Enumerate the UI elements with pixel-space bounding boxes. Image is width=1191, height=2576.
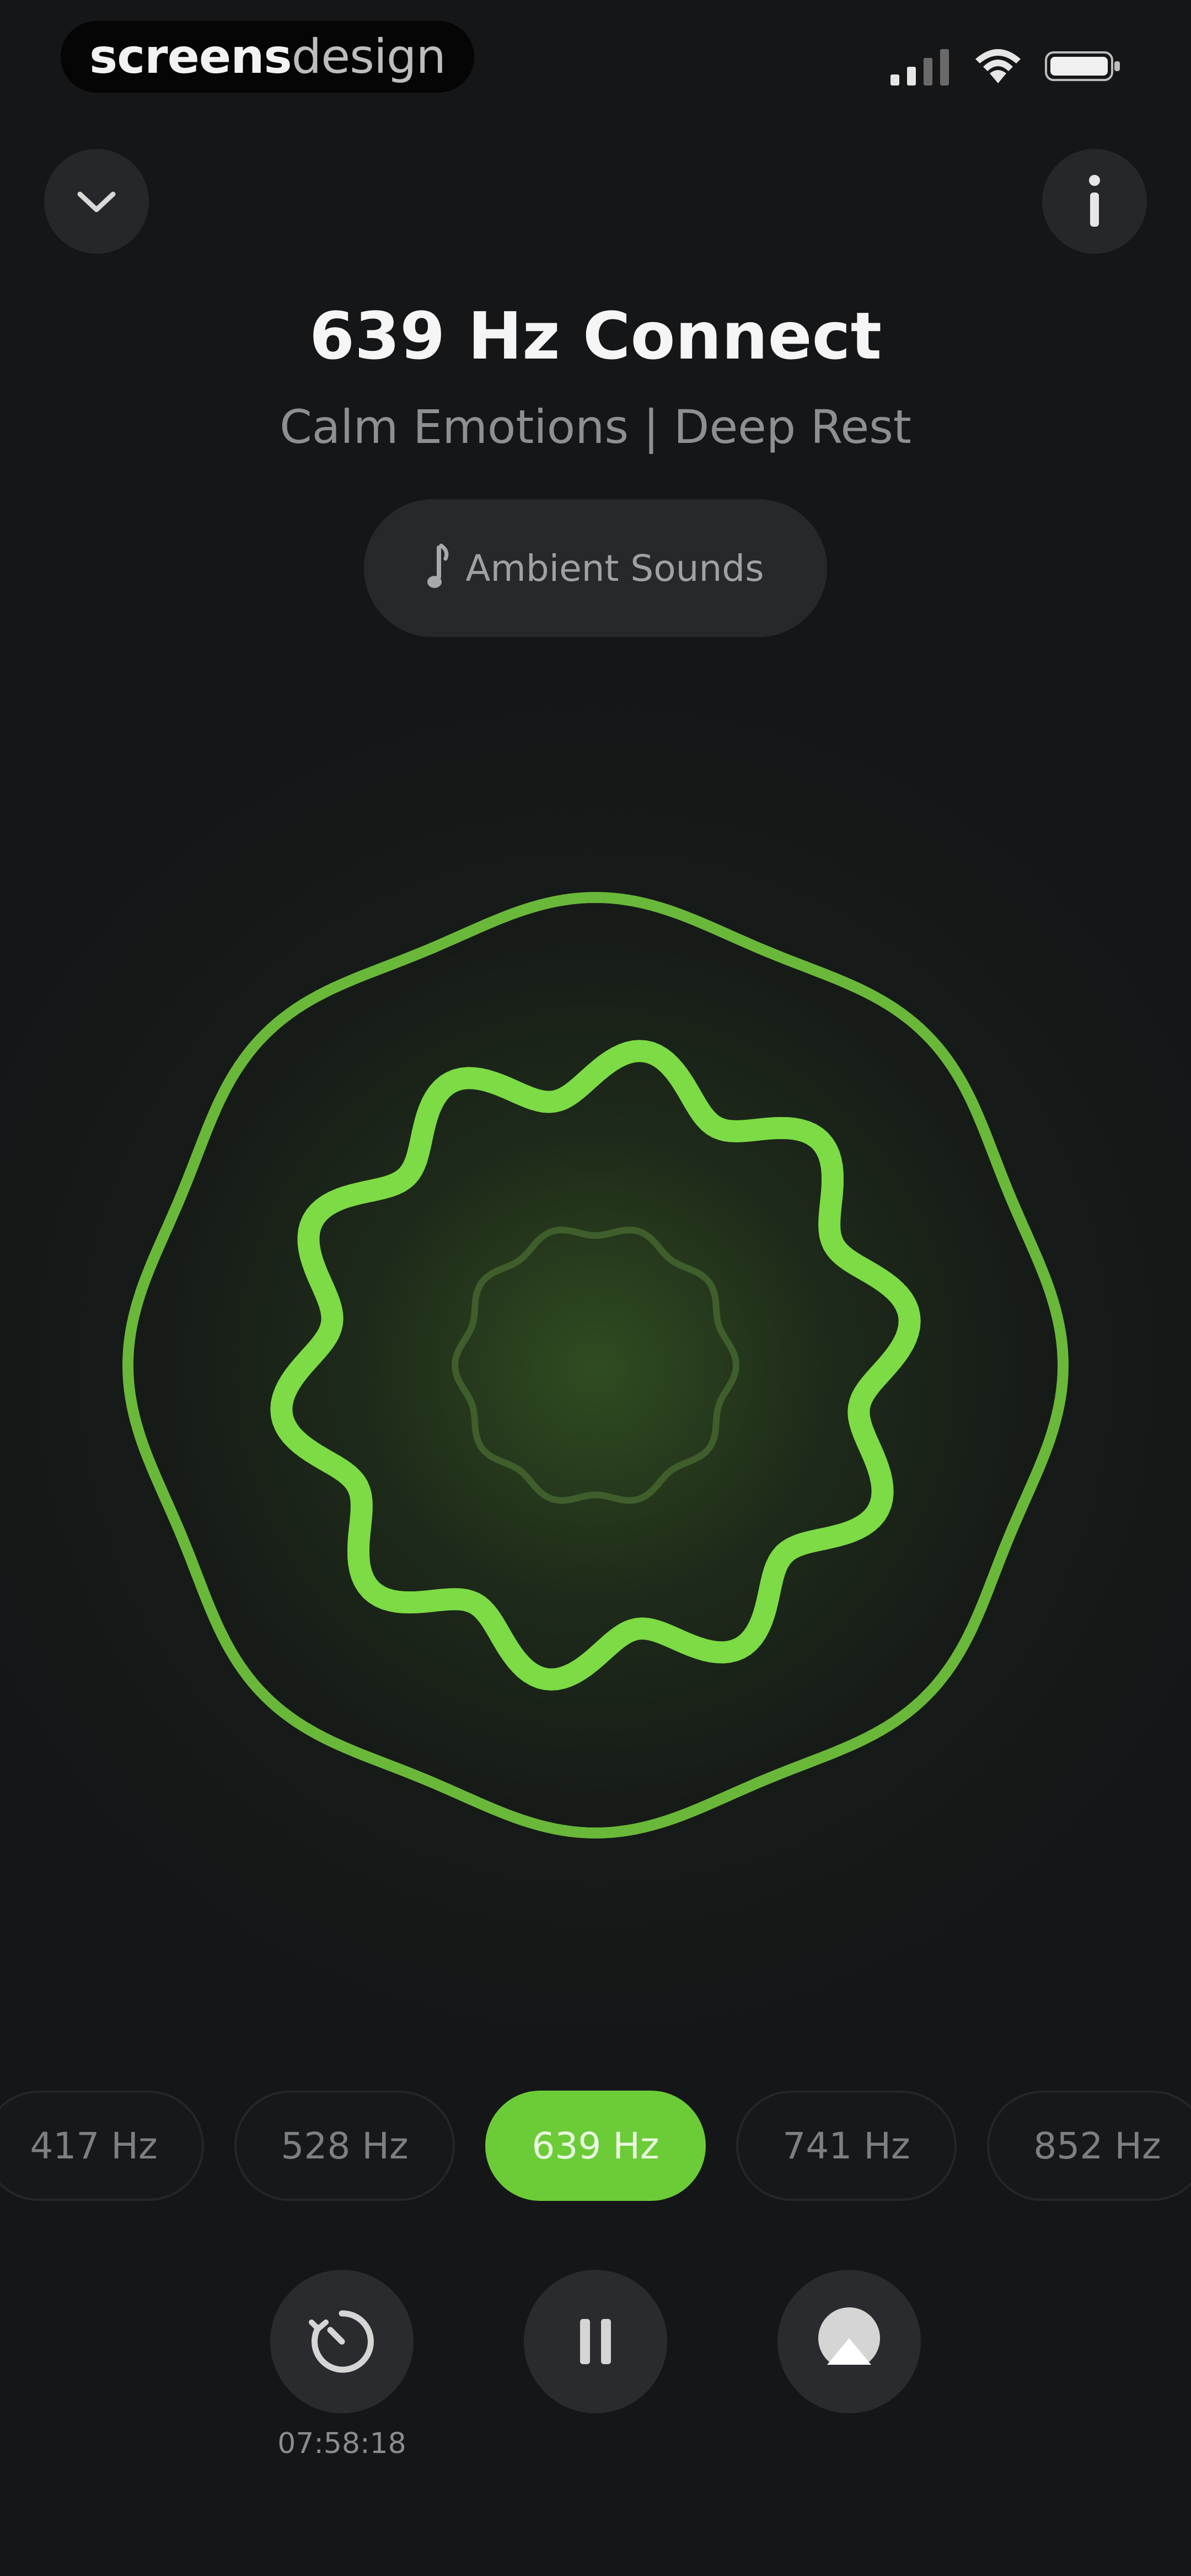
- collapse-button[interactable]: [44, 149, 149, 254]
- timer-remaining: 07:58:18: [277, 2427, 406, 2460]
- info-icon: [1089, 175, 1100, 227]
- core-wave-ring: [452, 1226, 739, 1504]
- cellular-signal-icon: [890, 49, 949, 85]
- battery-icon: [1045, 51, 1120, 81]
- pause-button[interactable]: [524, 2270, 667, 2413]
- frequency-chip-741[interactable]: 741 Hz: [736, 2091, 957, 2201]
- pause-icon: [580, 2319, 611, 2364]
- frequency-chip-417[interactable]: 417 Hz: [0, 2091, 204, 2201]
- timer-icon: [309, 2310, 374, 2373]
- info-button[interactable]: [1042, 149, 1147, 254]
- chevron-down-icon: [77, 191, 116, 212]
- brand-strong-text: screens: [89, 29, 292, 84]
- airplay-icon: [818, 2307, 880, 2372]
- frequency-selector: 417 Hz 528 Hz 639 Hz 741 Hz 852 Hz: [0, 2091, 1191, 2201]
- frequency-chip-label: 741 Hz: [782, 2124, 910, 2167]
- frequency-chip-label: 528 Hz: [281, 2124, 409, 2167]
- frequency-chip-528[interactable]: 528 Hz: [234, 2091, 455, 2201]
- music-note-icon: [427, 543, 449, 588]
- sleep-timer-button[interactable]: [270, 2270, 414, 2413]
- track-subtitle: Calm Emotions | Deep Rest: [280, 400, 911, 454]
- brand-logo: screens design: [61, 21, 474, 93]
- ambient-sounds-label: Ambient Sounds: [465, 547, 764, 590]
- brand-light-text: design: [291, 29, 446, 84]
- outer-wave-ring: [122, 892, 1069, 1839]
- frequency-chip-639[interactable]: 639 Hz: [485, 2091, 706, 2201]
- status-icons: [890, 44, 1122, 88]
- ambient-sounds-button[interactable]: Ambient Sounds: [364, 499, 827, 637]
- track-title: 639 Hz Connect: [309, 298, 882, 374]
- frequency-chip-label: 417 Hz: [30, 2124, 158, 2167]
- wifi-icon: [975, 49, 1021, 83]
- frequency-visualizer: [122, 892, 1069, 1839]
- player-screen: screens design 639 Hz Connect Calm Emoti…: [0, 0, 1191, 2576]
- frequency-chip-852[interactable]: 852 Hz: [987, 2091, 1191, 2201]
- airplay-button[interactable]: [777, 2270, 921, 2413]
- inner-wave-ring: [270, 1040, 921, 1691]
- frequency-chip-label: 852 Hz: [1033, 2124, 1161, 2167]
- frequency-chip-label: 639 Hz: [532, 2124, 659, 2167]
